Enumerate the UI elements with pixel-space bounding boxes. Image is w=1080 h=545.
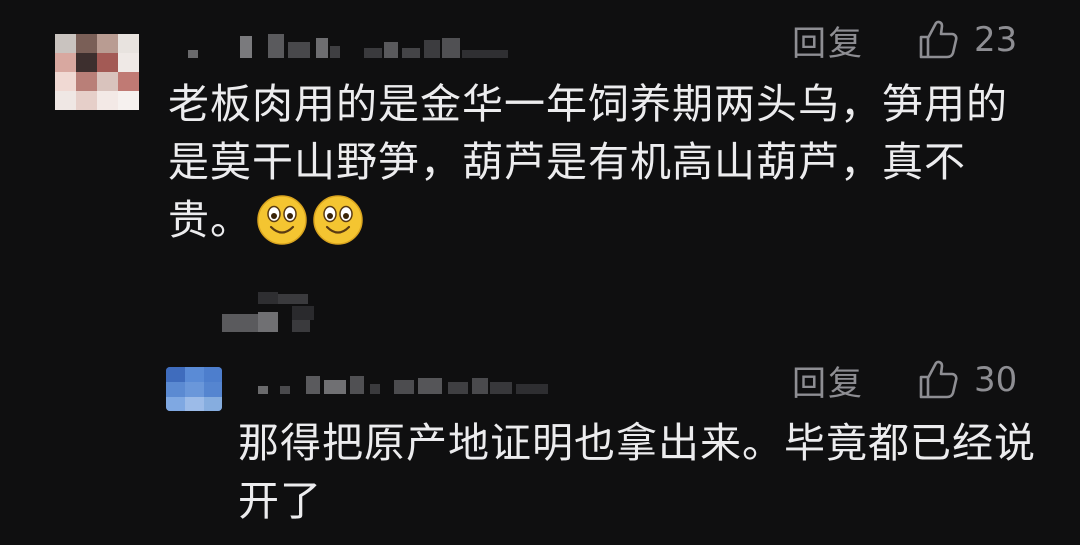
comment-text: 老板肉用的是金华一年饲养期两头乌，笋用的是莫干山野笋，葫芦是有机高山葫芦，真不贵… [168,75,1038,249]
avatar[interactable] [166,367,222,411]
username-redacted[interactable] [258,372,548,394]
thumbs-up-icon [919,360,958,399]
like-count: 23 [974,20,1018,60]
reply-button[interactable]: 回复 [792,356,864,405]
redacted-mosaic [188,34,508,58]
comment-text: 那得把原产地证明也拿出来。毕竟都已经说开了 [238,414,1038,530]
redacted-reply-context[interactable] [222,292,326,332]
reply-button[interactable]: 回复 [792,16,864,65]
thumbs-up-icon [919,20,958,59]
smiling-face-emoji-icon [257,195,307,245]
like-button[interactable]: 23 [916,18,1017,62]
smiling-face-emoji-icon [313,195,363,245]
comment-body: 那得把原产地证明也拿出来。毕竟都已经说开了 [238,419,1036,525]
comment-actions: 回复 30 [792,356,1017,405]
username-redacted[interactable] [188,34,508,58]
redacted-mosaic [258,376,548,394]
like-button[interactable]: 30 [916,358,1017,402]
like-count: 30 [974,360,1018,400]
comment-actions: 回复 23 [792,16,1017,65]
avatar[interactable] [55,34,139,110]
pixelated-avatar-icon [166,367,222,411]
pixelated-avatar-icon [55,34,139,110]
redacted-mosaic [222,292,314,332]
